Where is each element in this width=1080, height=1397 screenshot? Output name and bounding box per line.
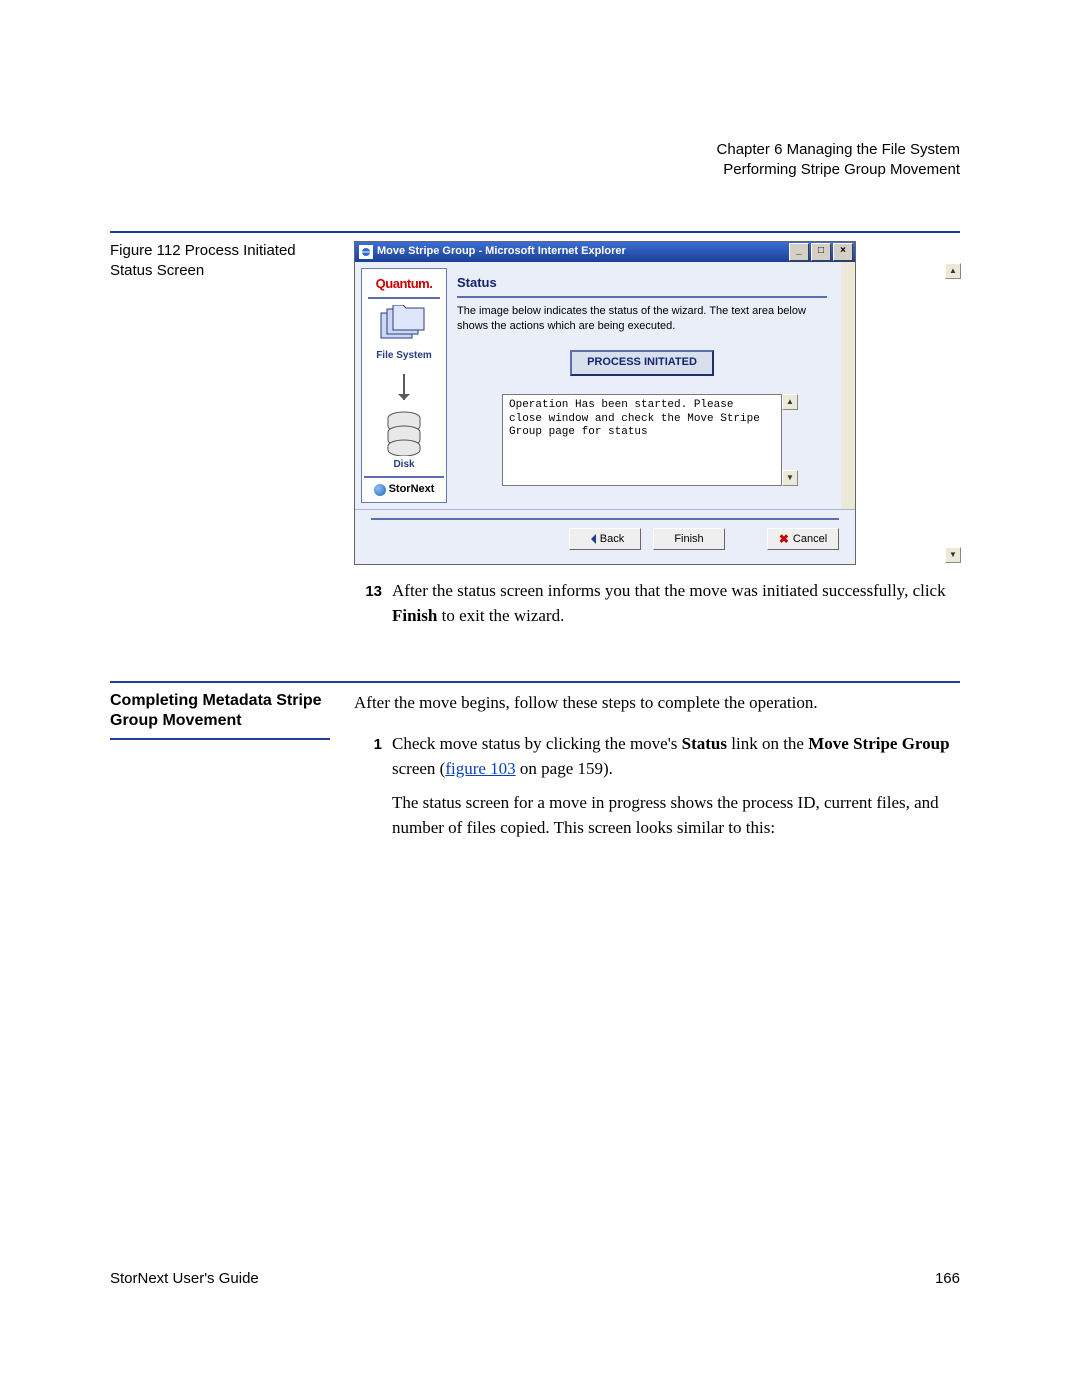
step-number: 13 [354,579,382,638]
left-nav: Quantum. File System [361,268,447,504]
cancel-x-icon: ✖ [779,532,789,546]
step-13: 13 After the status screen informs you t… [354,579,960,638]
status-heading: Status [457,274,827,293]
status-log-textarea[interactable]: Operation Has been started. Please close… [502,394,782,486]
window-title: Move Stripe Group - Microsoft Internet E… [377,244,789,260]
status-rule [457,296,827,298]
browser-window: Move Stripe Group - Microsoft Internet E… [354,241,960,566]
arrow-down-icon [403,374,405,400]
footer-guide-name: StorNext User's Guide [110,1270,259,1287]
heading-underline [110,738,330,740]
process-initiated-indicator: PROCESS INITIATED [570,350,714,376]
log-scroll-down[interactable]: ▼ [782,470,798,486]
close-button[interactable]: × [833,243,853,261]
stornext-logo: StorNext [364,476,444,500]
step-number: 1 [354,732,382,851]
cancel-button[interactable]: ✖ Cancel [767,528,839,550]
brand-logo-text: Quantum. [362,275,446,294]
figure-caption: Figure 112 Process Initiated Status Scre… [110,241,330,282]
maximize-button[interactable]: □ [811,243,831,261]
back-button[interactable]: Back [569,528,641,550]
step-1-text: Check move status by clicking the move's… [392,732,960,781]
page-scroll-up[interactable]: ▲ [945,263,961,279]
ie-app-icon [359,245,373,259]
status-description: The image below indicates the status of … [457,304,827,334]
log-scroll-up[interactable]: ▲ [782,394,798,410]
page-number: 166 [935,1270,960,1287]
finish-button[interactable]: Finish [653,528,725,550]
section-title: Performing Stripe Group Movement [110,160,960,180]
nav-disk-label: Disk [362,458,446,473]
nav-filesystem-label: File System [362,349,446,364]
chapter-title: Chapter 6 Managing the File System [110,140,960,160]
step-13-text: After the status screen informs you that… [392,579,960,628]
disk-stack-icon [384,410,424,456]
section-rule-mid [110,681,960,683]
back-arrow-icon [586,534,596,544]
stornext-globe-icon [374,484,386,496]
section-rule-top [110,231,960,233]
step-1: 1 Check move status by clicking the move… [354,732,960,851]
minimize-button[interactable]: _ [789,243,809,261]
filesystem-icon [377,305,431,347]
page-scroll-down[interactable]: ▼ [945,547,961,563]
subsection-heading: Completing Metadata Stripe Group Movemen… [110,691,330,733]
section-intro: After the move begins, follow these step… [354,691,960,716]
figure-103-link[interactable]: figure 103 [445,759,515,778]
step-1-followup: The status screen for a move in progress… [392,791,960,840]
window-titlebar: Move Stripe Group - Microsoft Internet E… [355,242,855,262]
